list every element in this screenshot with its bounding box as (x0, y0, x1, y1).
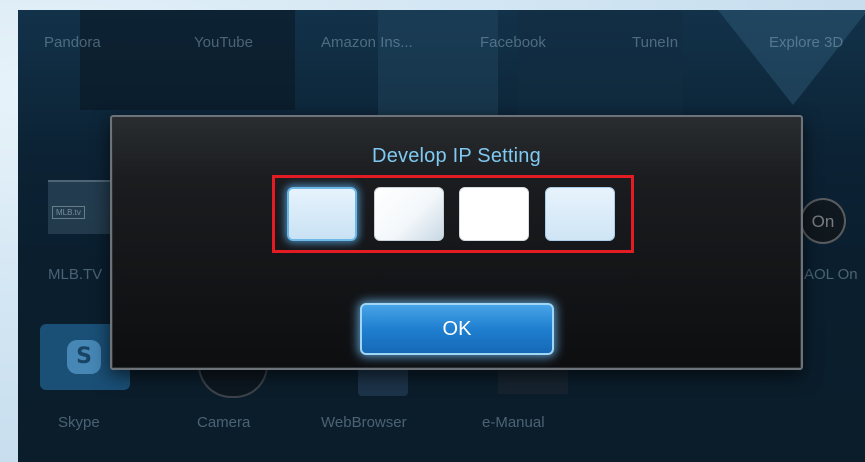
app-label-amazon[interactable]: Amazon Ins... (321, 34, 413, 51)
ip-octet-4-input[interactable] (545, 187, 615, 241)
hub-tile-backdrop (518, 10, 683, 120)
app-label-pandora[interactable]: Pandora (44, 34, 101, 51)
hub-tile-backdrop (80, 10, 295, 110)
app-label-web-browser[interactable]: WebBrowser (321, 414, 407, 431)
skype-glyph: S (67, 340, 101, 374)
develop-ip-dialog: Develop IP Setting OK (110, 115, 803, 370)
app-label-explore-3d[interactable]: Explore 3D (769, 34, 843, 51)
mlb-tv-logo-tag: MLB.tv (52, 206, 85, 219)
app-label-camera[interactable]: Camera (197, 414, 250, 431)
screenshot-frame: Pandora YouTube Amazon Ins... Facebook T… (0, 0, 865, 462)
ip-octet-3-input[interactable] (459, 187, 529, 241)
app-label-skype[interactable]: Skype (58, 414, 100, 431)
hub-decor-shape (718, 10, 865, 105)
app-label-aol-on[interactable]: AOL On (804, 266, 858, 283)
ip-octet-1-input[interactable] (287, 187, 357, 241)
ip-octet-2-input[interactable] (374, 187, 444, 241)
app-label-facebook[interactable]: Facebook (480, 34, 546, 51)
dialog-title: Develop IP Setting (372, 145, 541, 167)
app-label-mlb-tv[interactable]: MLB.TV (48, 266, 102, 283)
ok-button[interactable]: OK (360, 303, 554, 355)
app-label-tunein[interactable]: TuneIn (632, 34, 678, 51)
aol-on-icon[interactable]: On (800, 198, 846, 244)
app-label-youtube[interactable]: YouTube (194, 34, 253, 51)
app-label-e-manual[interactable]: e-Manual (482, 414, 545, 431)
